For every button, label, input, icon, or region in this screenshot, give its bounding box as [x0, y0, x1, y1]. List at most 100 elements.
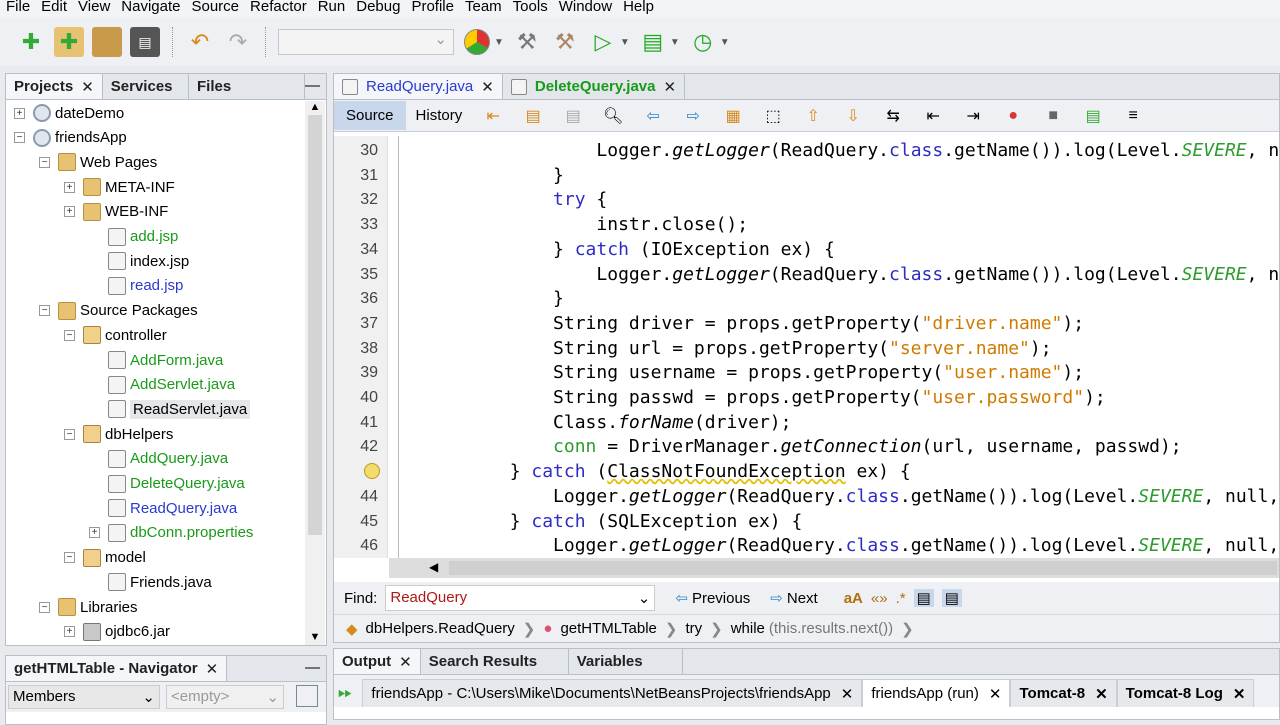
- open-project-icon[interactable]: [92, 27, 122, 57]
- clean-build-icon[interactable]: ⚒: [550, 27, 580, 57]
- chevron-down-icon[interactable]: ⌄: [638, 589, 651, 607]
- new-project-icon[interactable]: ✚: [54, 27, 84, 57]
- output-subtab[interactable]: Tomcat-8 ✕: [1010, 679, 1117, 707]
- run-icon[interactable]: ▷: [588, 27, 618, 57]
- find-next-icon[interactable]: ⇨: [678, 101, 708, 131]
- undo-icon[interactable]: ↶: [185, 27, 215, 57]
- tree-item[interactable]: AddServlet.java: [108, 373, 235, 397]
- output-tab[interactable]: Variables: [569, 649, 683, 674]
- tree-item[interactable]: + ojdbc6.jar: [64, 620, 170, 644]
- rerun-icon[interactable]: ⏩︎: [334, 682, 362, 707]
- horizontal-scrollbar[interactable]: ◀: [389, 558, 1279, 578]
- expand-icon[interactable]: +: [89, 527, 100, 539]
- minimize-icon[interactable]: —: [227, 656, 326, 681]
- menu-help[interactable]: Help: [617, 0, 659, 18]
- filter-dropdown[interactable]: <empty> ⌄: [166, 685, 284, 709]
- collapse-icon[interactable]: −: [39, 601, 50, 613]
- prev-bookmark-icon[interactable]: ⇧: [798, 101, 828, 131]
- tree-item[interactable]: read.jsp: [108, 274, 183, 298]
- collapse-icon[interactable]: −: [64, 552, 75, 564]
- shift-right-icon[interactable]: ⇥: [958, 101, 988, 131]
- menu-team[interactable]: Team: [459, 0, 507, 18]
- tree-item[interactable]: DeleteQuery.java: [108, 472, 245, 496]
- forward-icon[interactable]: ▤: [558, 101, 588, 131]
- close-icon[interactable]: ✕: [1233, 685, 1246, 703]
- scroll-left-icon[interactable]: ◀: [389, 560, 438, 574]
- tab-services[interactable]: Services: [103, 74, 189, 99]
- layout-icon[interactable]: [296, 685, 318, 707]
- previous-button[interactable]: ⇦ Previous: [675, 589, 750, 608]
- highlight-results-icon[interactable]: ▤: [913, 589, 934, 607]
- next-bookmark-icon[interactable]: ⇩: [838, 101, 868, 131]
- match-case-icon[interactable]: aA: [844, 590, 863, 607]
- tree-item[interactable]: AddForm.java: [108, 348, 223, 372]
- menu-refactor[interactable]: Refactor: [244, 0, 312, 18]
- tree-item[interactable]: − Libraries: [39, 595, 138, 619]
- close-icon[interactable]: ✕: [81, 78, 94, 96]
- tree-item[interactable]: index.jsp: [108, 249, 189, 273]
- tree-item[interactable]: − model: [64, 546, 146, 570]
- collapse-icon[interactable]: −: [39, 305, 50, 317]
- find-previous-icon[interactable]: ⇦: [638, 101, 668, 131]
- close-icon[interactable]: ✕: [1095, 685, 1108, 703]
- collapse-icon[interactable]: −: [64, 329, 75, 341]
- output-subtab[interactable]: friendsApp - C:\Users\Mike\Documents\Net…: [362, 679, 863, 707]
- tree-item[interactable]: add.jsp: [108, 225, 178, 249]
- uncomment-icon[interactable]: ≡: [1118, 101, 1148, 131]
- editor-tab[interactable]: DeleteQuery.java ✕: [503, 74, 686, 99]
- redo-icon[interactable]: ↷: [223, 27, 253, 57]
- menu-view[interactable]: View: [72, 0, 115, 18]
- editor-tab[interactable]: ReadQuery.java ✕: [334, 74, 503, 99]
- output-tab[interactable]: Output ✕: [334, 649, 421, 674]
- highlight-icon[interactable]: ▦: [718, 101, 748, 131]
- collapse-icon[interactable]: −: [14, 132, 25, 144]
- toggle-bookmark-icon[interactable]: ⇆: [878, 101, 908, 131]
- whole-words-icon[interactable]: «»: [871, 590, 888, 607]
- chrome-browser-icon[interactable]: [462, 27, 492, 57]
- back-icon[interactable]: ▤: [518, 101, 548, 131]
- history-tab[interactable]: History: [416, 107, 469, 124]
- menu-run[interactable]: Run: [312, 0, 351, 18]
- profile-icon[interactable]: ◷: [688, 27, 718, 57]
- debug-icon[interactable]: ▤: [638, 27, 668, 57]
- expand-icon[interactable]: +: [64, 181, 75, 193]
- scrollbar-thumb[interactable]: [449, 561, 1277, 575]
- source-tab[interactable]: Source: [334, 101, 406, 130]
- tree-item[interactable]: − friendsApp: [14, 126, 127, 150]
- scrollbar-thumb[interactable]: [308, 115, 322, 535]
- menu-file[interactable]: File: [0, 0, 35, 18]
- scroll-down-icon[interactable]: ▼: [305, 631, 325, 643]
- close-icon[interactable]: ✕: [206, 660, 219, 678]
- tree-item[interactable]: − controller: [64, 323, 167, 347]
- collapse-icon[interactable]: −: [39, 156, 50, 168]
- save-all-icon[interactable]: ▤: [130, 27, 160, 57]
- code-area[interactable]: 30 Logger.getLogger(ReadQuery.class.getN…: [334, 136, 1279, 558]
- select-rect-icon[interactable]: ⬚: [758, 101, 788, 131]
- output-subtab[interactable]: friendsApp (run) ✕: [862, 679, 1011, 707]
- wrap-around-icon[interactable]: ▤: [941, 589, 962, 607]
- find-input[interactable]: ReadQuery ⌄: [385, 585, 656, 611]
- chevron-down-icon[interactable]: ▼: [720, 37, 730, 48]
- tree-item[interactable]: Friends.java: [108, 570, 212, 594]
- menu-window[interactable]: Window: [553, 0, 617, 18]
- menu-source[interactable]: Source: [185, 0, 244, 18]
- tree-item[interactable]: + META-INF: [64, 175, 175, 199]
- last-edit-icon[interactable]: ⇤: [478, 101, 508, 131]
- close-icon[interactable]: ✕: [481, 78, 494, 96]
- new-file-icon[interactable]: ✚: [16, 27, 46, 57]
- shift-left-icon[interactable]: ⇤: [918, 101, 948, 131]
- tab-files[interactable]: Files: [189, 74, 305, 99]
- breadcrumb-item[interactable]: while: [731, 620, 765, 637]
- expand-icon[interactable]: +: [64, 206, 75, 218]
- tree-item[interactable]: ReadQuery.java: [108, 496, 237, 520]
- close-icon[interactable]: ✕: [663, 78, 676, 96]
- collapse-icon[interactable]: −: [64, 428, 75, 440]
- output-subtab[interactable]: Tomcat-8 Log ✕: [1116, 679, 1255, 707]
- tree-scrollbar[interactable]: ▲ ▼: [305, 101, 325, 645]
- breadcrumb-item[interactable]: getHTMLTable: [560, 620, 656, 637]
- tree-item[interactable]: ReadServlet.java: [108, 397, 251, 421]
- warning-hint-icon[interactable]: [364, 463, 380, 480]
- chevron-down-icon[interactable]: ▼: [620, 37, 630, 48]
- breadcrumb-item[interactable]: dbHelpers.ReadQuery: [366, 620, 515, 637]
- tab-navigator[interactable]: getHTMLTable - Navigator ✕: [6, 656, 228, 681]
